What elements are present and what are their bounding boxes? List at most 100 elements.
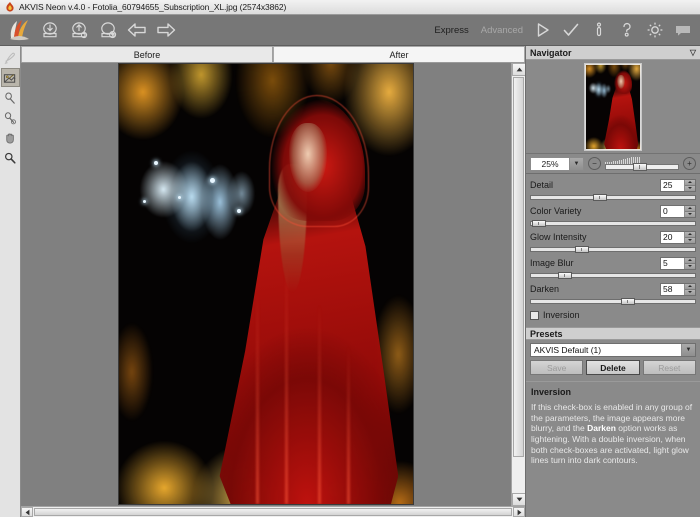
- chevron-down-icon[interactable]: ▽: [690, 48, 696, 57]
- zoom-out-button[interactable]: −: [588, 157, 601, 170]
- preset-buttons: Save Delete Reset: [530, 360, 696, 375]
- slider-track[interactable]: [530, 221, 696, 226]
- chevron-down-icon[interactable]: ▼: [569, 157, 583, 170]
- tab-after[interactable]: After: [273, 46, 525, 62]
- chevron-down-icon[interactable]: ▼: [681, 344, 695, 356]
- apply-checkmark-icon[interactable]: [560, 19, 582, 41]
- inversion-checkbox[interactable]: [530, 310, 539, 320]
- scroll-left-button[interactable]: [21, 507, 33, 517]
- slider-track[interactable]: [530, 195, 696, 200]
- horizontal-scroll-thumb[interactable]: [34, 508, 512, 516]
- scroll-down-button[interactable]: [512, 493, 525, 506]
- param-detail: Detail 25: [530, 178, 696, 201]
- tool-palette: [0, 46, 21, 517]
- artwork-spark: [177, 196, 181, 199]
- artwork-figure: [216, 95, 399, 504]
- param-color-variety: Color Variety 0: [530, 204, 696, 227]
- print-image-icon[interactable]: [95, 17, 121, 43]
- redo-icon[interactable]: [153, 17, 179, 43]
- inversion-row[interactable]: Inversion: [530, 308, 696, 322]
- param-detail-slider[interactable]: [530, 194, 696, 201]
- zoom-in-button[interactable]: +: [683, 157, 696, 170]
- mode-advanced[interactable]: Advanced: [478, 23, 526, 38]
- navigator-title: Navigator: [530, 47, 572, 58]
- tab-before[interactable]: Before: [21, 46, 273, 62]
- mode-express[interactable]: Express: [431, 23, 471, 38]
- param-darken: Darken 58: [530, 282, 696, 305]
- reset-preset-button[interactable]: Reset: [642, 360, 696, 375]
- slider-knob[interactable]: [558, 272, 573, 279]
- history-brush-tool[interactable]: [1, 48, 20, 67]
- settings-panel: Detail 25 Color Variety 0 Glow Intensity…: [526, 174, 700, 324]
- zoom-tool[interactable]: [1, 148, 20, 167]
- hint-title: Inversion: [531, 387, 572, 397]
- vertical-scroll-thumb[interactable]: [513, 77, 524, 457]
- transform-tool[interactable]: [1, 88, 20, 107]
- param-detail-spinner[interactable]: 25: [660, 178, 696, 192]
- hint-body: If this check-box is enabled in any grou…: [531, 402, 695, 466]
- slider-knob[interactable]: [593, 194, 608, 201]
- comment-icon[interactable]: [672, 19, 694, 41]
- artwork-cloak-fold: [256, 253, 260, 504]
- param-glow-intensity-slider[interactable]: [530, 246, 696, 253]
- spinner-down[interactable]: [685, 185, 695, 191]
- param-image-blur: Image Blur 5: [530, 256, 696, 279]
- zoom-slider-knob[interactable]: [633, 162, 648, 171]
- info-icon[interactable]: [588, 19, 610, 41]
- param-glow-intensity-spinner[interactable]: 20: [660, 230, 696, 244]
- preferences-gear-icon[interactable]: [644, 19, 666, 41]
- param-darken-slider[interactable]: [530, 298, 696, 305]
- scroll-up-button[interactable]: [512, 63, 525, 76]
- zoom-level-combo[interactable]: 25% ▼: [530, 156, 584, 171]
- param-glow-intensity: Glow Intensity 20: [530, 230, 696, 253]
- right-panel: Navigator ▽ 25% ▼ − + Detail 25 Color Va…: [525, 46, 700, 517]
- param-darken-spinner[interactable]: 58: [660, 282, 696, 296]
- canvas-horizontal-scrollbar[interactable]: [21, 506, 525, 517]
- spinner-down[interactable]: [685, 289, 695, 295]
- akvis-logo-icon[interactable]: [4, 17, 34, 43]
- param-image-blur-slider[interactable]: [530, 272, 696, 279]
- slider-track[interactable]: [530, 299, 696, 304]
- save-preset-button[interactable]: Save: [530, 360, 584, 375]
- undo-icon[interactable]: [124, 17, 150, 43]
- spinner-down[interactable]: [685, 237, 695, 243]
- quick-preview-tool[interactable]: [0, 68, 20, 87]
- slider-knob[interactable]: [621, 298, 636, 305]
- param-color-variety-spinner[interactable]: 0: [660, 204, 696, 218]
- zoom-level-value: 25%: [541, 158, 559, 169]
- save-image-icon[interactable]: [66, 17, 92, 43]
- zoom-in-label: +: [687, 158, 692, 168]
- main-toolbar: Express Advanced: [0, 15, 700, 46]
- reset-preset-label: Reset: [658, 362, 681, 373]
- slider-track[interactable]: [530, 247, 696, 252]
- canvas-vertical-scrollbar[interactable]: [511, 63, 525, 506]
- navigator-thumbnail-area[interactable]: [526, 60, 700, 154]
- hand-tool[interactable]: [1, 128, 20, 147]
- run-icon[interactable]: [532, 19, 554, 41]
- preset-select[interactable]: AKVIS Default (1) ▼: [530, 343, 696, 357]
- presets-title: Presets: [530, 328, 563, 339]
- toolbar-left-group: [0, 17, 179, 43]
- param-image-blur-spinner[interactable]: 5: [660, 256, 696, 270]
- color-pencil-tool[interactable]: [1, 108, 20, 127]
- image-canvas[interactable]: [21, 63, 511, 506]
- akvis-neon-window: AKVIS Neon v.4.0 - Fotolia_60794655_Subs…: [0, 0, 700, 517]
- param-darken-label: Darken: [530, 284, 560, 294]
- zoom-slider[interactable]: [605, 156, 679, 171]
- spinner-down[interactable]: [685, 211, 695, 217]
- help-question-icon[interactable]: [616, 19, 638, 41]
- param-darken-value: 58: [663, 284, 673, 294]
- preset-selected-value: AKVIS Default (1): [534, 345, 602, 355]
- slider-track[interactable]: [530, 273, 696, 278]
- slider-knob[interactable]: [574, 246, 589, 253]
- zoom-controls: 25% ▼ − +: [526, 154, 700, 174]
- delete-preset-button[interactable]: Delete: [586, 360, 640, 375]
- param-color-variety-slider[interactable]: [530, 220, 696, 227]
- open-image-icon[interactable]: [37, 17, 63, 43]
- slider-knob[interactable]: [531, 220, 546, 227]
- scroll-right-button[interactable]: [513, 507, 525, 517]
- akvis-flame-icon: [3, 1, 16, 14]
- tab-before-label: Before: [133, 49, 161, 60]
- spinner-down[interactable]: [685, 263, 695, 269]
- param-color-variety-label: Color Variety: [530, 206, 582, 216]
